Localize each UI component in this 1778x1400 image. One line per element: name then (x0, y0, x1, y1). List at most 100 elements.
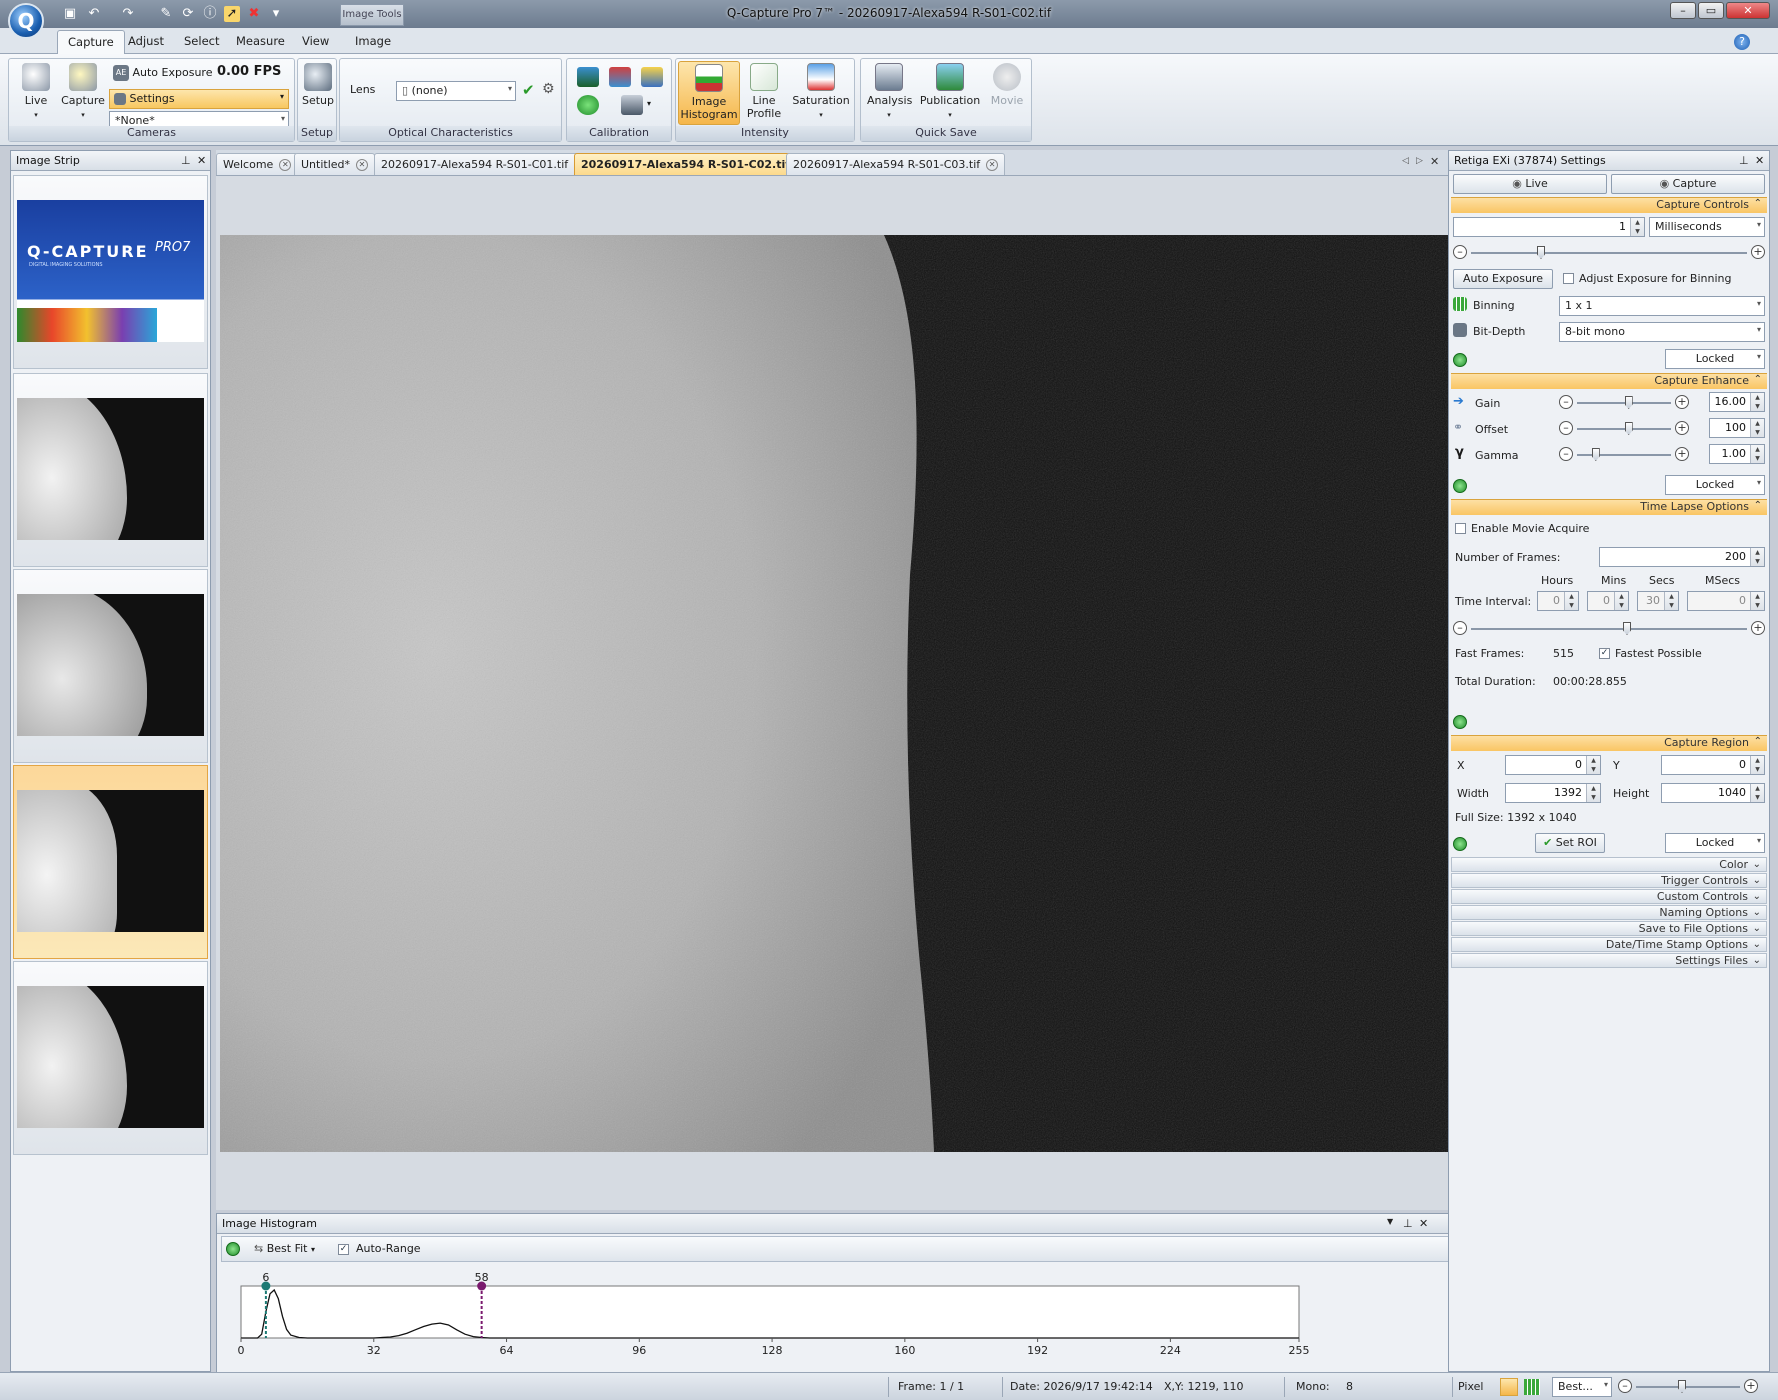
offset-slider[interactable]: – + (1559, 421, 1689, 437)
tab-view[interactable]: View (302, 34, 329, 48)
tab-select[interactable]: Select (184, 34, 219, 48)
interval-msecs-field[interactable]: 0 ▲ ▼ (1687, 591, 1765, 611)
microscope-image[interactable] (220, 235, 1454, 1152)
roi-width-field[interactable]: 1392 ▲ ▼ (1505, 783, 1601, 803)
doc-tab-untitled[interactable]: Untitled* ✕ (294, 153, 376, 175)
doc-tab-welcome[interactable]: Welcome ✕ (216, 153, 299, 175)
tab-measure[interactable]: Measure (236, 34, 285, 48)
calibration-icon-1[interactable] (577, 67, 599, 87)
capture-enhance-reset-icon[interactable] (1453, 479, 1467, 493)
undo-icon[interactable]: ↶ (86, 6, 102, 22)
lens-settings-icon[interactable]: ⚙ (542, 81, 555, 97)
exposure-value-field[interactable]: 1 ▲ ▼ (1453, 217, 1645, 237)
bitdepth-dropdown[interactable]: 8-bit mono ▾ (1559, 322, 1765, 342)
settings-close-icon[interactable]: ✕ (1755, 154, 1764, 167)
saturation-button[interactable]: Saturation ▾ (790, 63, 852, 120)
image-view-icon[interactable] (1500, 1378, 1518, 1396)
roi-x-field[interactable]: 0 ▲ ▼ (1505, 755, 1601, 775)
doc-tab-c02[interactable]: 20260917-Alexa594 R-S01-C02.tif✕ (574, 153, 816, 175)
gain-slider[interactable]: – + (1559, 395, 1689, 411)
zoom-slider[interactable]: – + (1618, 1379, 1758, 1395)
lens-dropdown[interactable]: ▯ (none) ▾ (396, 81, 516, 101)
maximize-button[interactable]: ▭ (1698, 2, 1724, 19)
gamma-field[interactable]: 1.00 ▲ ▼ (1709, 444, 1765, 464)
color-section[interactable]: Color ⌄ (1451, 857, 1767, 872)
trigger-controls-section[interactable]: Trigger Controls ⌄ (1451, 873, 1767, 888)
exposure-unit-dropdown[interactable]: Milliseconds ▾ (1649, 217, 1765, 237)
doc-tab-c01[interactable]: 20260917-Alexa594 R-S01-C01.tif✕ (374, 153, 594, 175)
auto-exposure-button[interactable]: AE Auto Exposure (113, 65, 212, 81)
frames-field[interactable]: 200 ▲ ▼ (1599, 547, 1765, 567)
refresh-icon[interactable]: ⟳ (180, 6, 196, 22)
exposure-slider[interactable]: – + (1453, 245, 1765, 261)
tab-close-icon[interactable]: ✕ (279, 159, 292, 171)
pin-icon[interactable]: ⊥ (181, 154, 191, 167)
thumbnail-untitled[interactable] (13, 373, 208, 567)
naming-options-section[interactable]: Naming Options ⌄ (1451, 905, 1767, 920)
redo-icon[interactable]: ↷ (120, 6, 136, 22)
doc-tab-c03[interactable]: 20260917-Alexa594 R-S01-C03.tif ✕ (786, 153, 1006, 175)
tab-image[interactable]: Image (355, 34, 391, 48)
close-document-icon[interactable]: ✕ (1430, 155, 1439, 168)
custom-controls-section[interactable]: Custom Controls ⌄ (1451, 889, 1767, 904)
publication-button[interactable]: Publication ▾ (917, 63, 983, 120)
gamma-slider[interactable]: – + (1559, 447, 1689, 463)
panel-close-icon[interactable]: ✕ (197, 154, 206, 167)
gain-field[interactable]: 16.00 ▲ ▼ (1709, 392, 1765, 412)
minimize-button[interactable]: – (1670, 2, 1696, 19)
calibration-refresh-icon[interactable] (577, 95, 599, 115)
help-icon[interactable]: ? (1734, 34, 1750, 50)
histogram-refresh-icon[interactable] (226, 1242, 240, 1256)
tab-capture[interactable]: Capture (57, 30, 125, 54)
settings-pin-icon[interactable]: ⊥ (1739, 154, 1749, 167)
time-lapse-header[interactable]: Time Lapse Options ⌃ (1451, 499, 1767, 515)
analysis-button[interactable]: Analysis ▾ (867, 63, 912, 120)
save-to-file-options-section[interactable]: Save to File Options ⌄ (1451, 921, 1767, 936)
zoom-dropdown[interactable]: Best... ▾ (1552, 1377, 1612, 1397)
histogram-menu-icon[interactable]: ▼ (1387, 1217, 1393, 1226)
thumbnail-welcome[interactable]: Q-CAPTURE PRO7 DIGITAL IMAGING SOLUTIONS (13, 175, 208, 369)
calibration-icon-3[interactable] (641, 67, 663, 87)
capture-enhance-locked-dropdown[interactable]: Locked ▾ (1665, 475, 1765, 495)
live-button[interactable]: Live ▾ (17, 63, 55, 120)
roi-height-field[interactable]: 1040 ▲ ▼ (1661, 783, 1765, 803)
best-fit-dropdown[interactable]: ⇆ Best Fit ▾ (254, 1242, 315, 1255)
settings-button[interactable]: Settings ▾ (109, 89, 289, 109)
tab-adjust[interactable]: Adjust (128, 34, 164, 48)
pointer-icon[interactable]: ➚ (224, 6, 240, 22)
close-button[interactable]: ✕ (1726, 2, 1770, 19)
info-icon[interactable]: ⓘ (202, 6, 218, 22)
capture-region-header[interactable]: Capture Region ⌃ (1451, 735, 1767, 751)
movie-button[interactable]: Movie (987, 63, 1027, 107)
settings-live-button[interactable]: ◉ Live (1453, 174, 1607, 194)
capture-controls-header[interactable]: Capture Controls ⌃ (1451, 197, 1767, 213)
calibration-camera-icon[interactable] (621, 95, 643, 115)
tab-scroll-left-icon[interactable]: ◁ (1402, 156, 1409, 166)
tab-scroll-right-icon[interactable]: ▷ (1416, 156, 1423, 166)
fastest-possible-checkbox[interactable]: ✓ (1599, 648, 1610, 659)
grid-view-icon[interactable] (1524, 1379, 1540, 1395)
app-menu-button[interactable]: Q (8, 3, 44, 39)
calibration-dropdown-icon[interactable]: ▾ (647, 99, 651, 108)
capture-region-locked-dropdown[interactable]: Locked ▾ (1665, 833, 1765, 853)
capture-controls-reset-icon[interactable] (1453, 353, 1467, 367)
image-histogram-button[interactable]: Image Histogram (678, 61, 740, 125)
auto-exposure-settings-button[interactable]: Auto Exposure (1453, 269, 1553, 289)
capture-controls-locked-dropdown[interactable]: Locked ▾ (1665, 349, 1765, 369)
settings-capture-button[interactable]: ◉ Capture (1611, 174, 1765, 194)
time-lapse-reset-icon[interactable] (1453, 715, 1467, 729)
histogram-close-icon[interactable]: ✕ (1419, 1217, 1428, 1230)
delete-icon[interactable]: ✖ (246, 6, 262, 22)
interval-slider[interactable]: – + (1453, 621, 1765, 637)
image-tools-contextual-tab[interactable]: Image Tools (340, 4, 404, 26)
capture-region-reset-icon[interactable] (1453, 837, 1467, 851)
adjust-binning-checkbox[interactable] (1563, 273, 1574, 284)
interval-hours-field[interactable]: 0 ▲ ▼ (1537, 591, 1579, 611)
histogram-pin-icon[interactable]: ⊥ (1403, 1217, 1413, 1230)
settings-files-section[interactable]: Settings Files ⌄ (1451, 953, 1767, 968)
customize-icon[interactable]: ▾ (268, 6, 284, 22)
line-profile-button[interactable]: Line Profile (742, 63, 786, 120)
setup-button[interactable]: Setup (300, 63, 336, 107)
tool-icon[interactable]: ✎ (158, 6, 174, 22)
enable-movie-checkbox[interactable] (1455, 523, 1466, 534)
